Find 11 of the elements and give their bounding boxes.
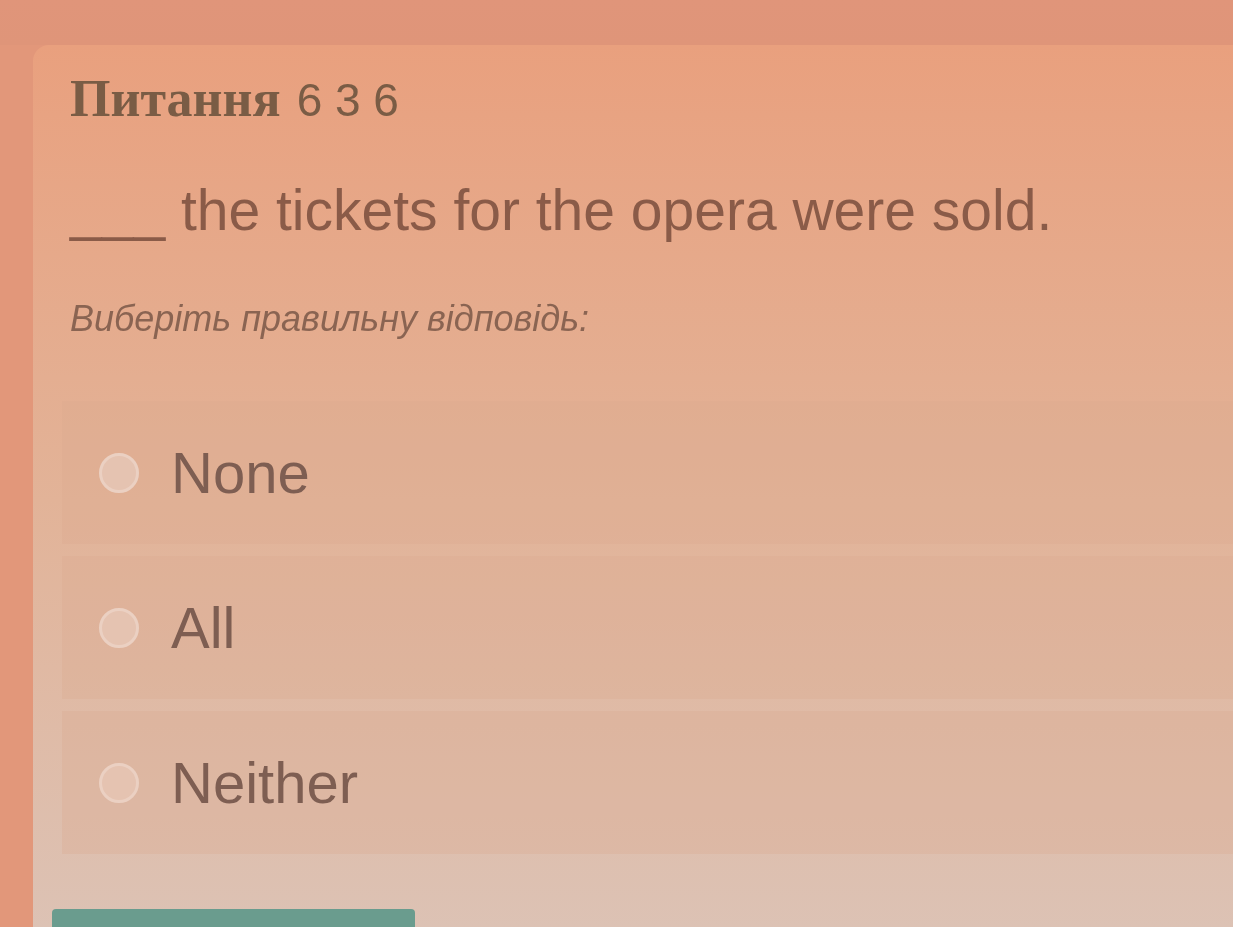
instruction-text: Виберіть правильну відповідь: (70, 301, 590, 337)
option-label: All (171, 598, 236, 657)
radio-button[interactable] (99, 607, 139, 648)
answer-option[interactable]: Neither (62, 711, 1233, 854)
question-title: Питання (70, 73, 281, 125)
answer-option[interactable]: All (62, 556, 1233, 699)
option-label: None (171, 443, 310, 502)
radio-button[interactable] (99, 452, 139, 493)
radio-button[interactable] (99, 762, 139, 803)
question-counter: 6 3 6 (296, 77, 399, 123)
option-label: Neither (171, 753, 358, 812)
